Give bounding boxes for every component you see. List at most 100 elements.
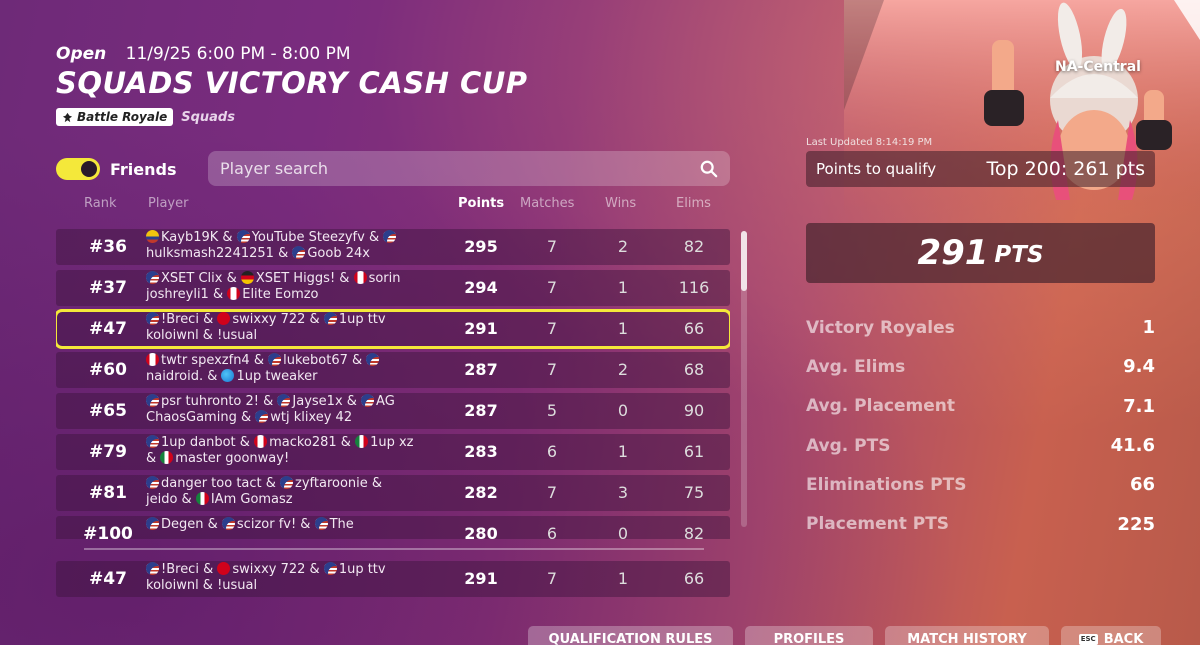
row-players: !Breci & swixxy 722 & 1up ttv koloiwnl &… [146,312,446,344]
table-row[interactable]: #79 1up danbot & macko281 & 1up xz & mast… [56,434,730,470]
event-tags: Battle Royale Squads [56,108,235,126]
row-points: 280 [464,524,498,539]
friends-filter[interactable]: Friends [56,158,177,180]
player-name: macko281 & [269,435,356,450]
search-input[interactable] [220,159,700,178]
row-elims: 82 [683,237,705,256]
table-row[interactable]: #36 Kayb19K & YouTube Steezyfv & hulksmas… [56,229,730,265]
flag-us-icon [361,394,375,407]
table-row[interactable]: #65 psr tuhronto 2! & Jayse1x & AG ChaosG… [56,393,730,429]
player-name: 1up danbot & [161,435,255,450]
row-players: twtr spexzfn4 & lukebot67 & naidroid. & … [146,353,446,385]
back-label: BACK [1103,632,1144,645]
row-wins: 1 [617,569,629,588]
flag-us-icon [221,517,235,530]
flag-us-icon [146,562,159,575]
my-team-row[interactable]: #47 !Breci & swixxy 722 & 1up ttv koloiwn… [56,561,730,597]
row-rank: #60 [89,360,127,380]
flag-us-icon [323,562,337,575]
leaderboard-list[interactable]: #36 Kayb19K & YouTube Steezyfv & hulksmas… [56,229,730,539]
player-name: koloiwnl & !usual [146,578,258,593]
player-name: 1up xz [370,435,414,450]
scrollbar-thumb[interactable] [741,231,747,291]
stat-row: Avg. PTS 41.6 [806,426,1155,465]
row-rank: #47 [89,319,127,339]
col-rank: Rank [84,196,117,211]
col-elims[interactable]: Elims [676,196,711,211]
flag-us-icon [146,271,159,284]
flag-ca-icon [254,435,268,448]
flag-us-icon [255,410,269,423]
stat-value: 1 [1142,317,1155,339]
table-header: Rank Player Points Matches Wins Elims [56,196,730,214]
row-rank: #100 [83,524,133,539]
row-elims: 61 [683,442,705,461]
friends-toggle[interactable] [56,158,100,180]
player-name: master goonway! [175,451,290,466]
row-points: 294 [464,278,498,297]
flag-mx-icon [195,492,209,505]
qualification-rules-button[interactable]: QUALIFICATION RULES [528,626,733,645]
stat-row: Avg. Placement 7.1 [806,387,1155,426]
flag-ch-icon [217,312,231,325]
row-rank: #65 [89,401,127,421]
row-wins: 2 [617,360,629,379]
row-points: 295 [464,237,498,256]
col-player: Player [148,196,189,211]
col-wins[interactable]: Wins [605,196,636,211]
row-wins: 1 [617,319,629,338]
stat-value: 41.6 [1110,435,1155,457]
table-row[interactable]: #60 twtr spexzfn4 & lukebot67 & naidroid.… [56,352,730,388]
flag-us-icon [383,230,397,243]
row-matches: 7 [546,483,558,502]
stat-label: Victory Royales [806,317,955,338]
qualify-value: Top 200: 261 pts [986,158,1145,180]
bottom-actions: QUALIFICATION RULES PROFILES MATCH HISTO… [528,626,1161,645]
profiles-button[interactable]: PROFILES [745,626,873,645]
search-icon[interactable] [700,160,718,178]
player-name: sorin [368,271,401,286]
player-name: Elite Eomzo [242,287,319,302]
table-row[interactable]: #47 !Breci & swixxy 722 & 1up ttv koloiwn… [56,309,730,349]
player-name: ChaosGaming & [146,410,256,425]
row-matches: 6 [546,442,558,461]
leaderboard-scrollbar[interactable] [741,231,747,527]
qualify-label: Points to qualify [816,160,937,178]
flag-co-icon [146,230,159,243]
stat-label: Eliminations PTS [806,474,967,495]
table-row[interactable]: #37 XSET Clix & XSET Higgs! & sorin joshr… [56,270,730,306]
row-points: 283 [464,442,498,461]
player-name: lukebot67 & [283,353,367,368]
player-name: wtj klixey 42 [270,410,353,425]
event-status: Open [56,44,107,64]
row-points: 291 [464,319,498,338]
flag-us-icon [366,353,380,366]
player-search[interactable] [208,151,730,186]
back-button[interactable]: ESC BACK [1061,626,1161,645]
player-name: koloiwnl & !usual [146,328,258,343]
player-name: !Breci & [161,312,218,327]
col-matches[interactable]: Matches [520,196,574,211]
player-name: danger too tact & [161,476,281,491]
flag-us-icon [146,476,159,489]
player-name: 1up ttv [338,312,386,327]
row-wins: 3 [617,483,629,502]
player-name: joshreyli1 & [146,287,228,302]
table-row[interactable]: #100 Degen & scizor fv! & The 280 6 0 82 [56,516,730,539]
row-wins: 0 [617,401,629,420]
stat-value: 7.1 [1123,395,1155,417]
player-name: Degen & [161,517,222,532]
col-points[interactable]: Points [458,196,504,211]
row-players: Kayb19K & YouTube Steezyfv & hulksmash22… [146,230,446,262]
row-elims: 66 [683,319,705,338]
row-players: 1up danbot & macko281 & 1up xz & master … [146,435,446,467]
row-matches: 6 [546,524,558,539]
match-history-button[interactable]: MATCH HISTORY [885,626,1049,645]
flag-us-icon [236,230,250,243]
stat-value: 66 [1129,474,1155,496]
flag-us-icon [323,312,337,325]
stat-row: Avg. Elims 9.4 [806,347,1155,386]
table-row[interactable]: #81 danger too tact & zyftaroonie & jeido… [56,475,730,511]
esc-key-icon: ESC [1078,634,1098,645]
row-elims: 75 [683,483,705,502]
